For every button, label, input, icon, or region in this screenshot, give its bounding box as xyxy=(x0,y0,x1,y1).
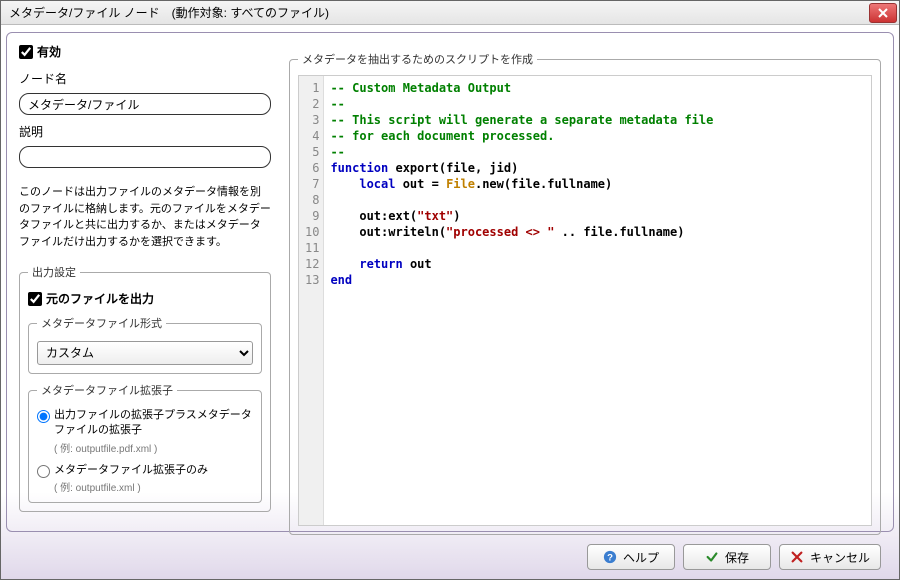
ext-radio-only-example: ( 例: outputfile.xml ) xyxy=(54,479,253,494)
check-icon xyxy=(705,550,719,564)
help-button-label: ヘルプ xyxy=(623,549,659,566)
description-label: 説明 xyxy=(19,123,271,140)
description-input[interactable] xyxy=(19,146,271,168)
code-gutter: 12345678910111213 xyxy=(299,76,324,525)
nodename-input[interactable] xyxy=(19,93,271,115)
ext-radio-plus-example: ( 例: outputfile.pdf.xml ) xyxy=(54,440,253,455)
ext-radio-plus[interactable] xyxy=(37,410,50,423)
cancel-button[interactable]: キャンセル xyxy=(779,544,881,570)
output-settings-fieldset: 出力設定 元のファイルを出力 メタデータファイル形式 カスタム メタデータファイ… xyxy=(19,264,271,512)
close-button[interactable] xyxy=(869,3,897,23)
output-original-label: 元のファイルを出力 xyxy=(46,290,154,307)
format-fieldset: メタデータファイル形式 カスタム xyxy=(28,315,262,374)
cancel-button-label: キャンセル xyxy=(810,549,870,566)
output-settings-legend: 出力設定 xyxy=(28,264,80,280)
code-lines: -- Custom Metadata Output---- This scrip… xyxy=(324,76,719,525)
format-legend: メタデータファイル形式 xyxy=(37,315,166,331)
close-icon xyxy=(878,8,888,18)
window-title: メタデータ/ファイル ノード (動作対象: すべてのファイル) xyxy=(9,4,329,21)
right-panel: メタデータを抽出するためのスクリプトを作成 12345678910111213 … xyxy=(289,39,881,535)
script-legend: メタデータを抽出するためのスクリプトを作成 xyxy=(298,51,537,67)
ext-radio-plus-label: 出力ファイルの拡張子プラスメタデータファイルの拡張子 xyxy=(54,408,253,439)
dialog-footer: ? ヘルプ 保存 キャンセル xyxy=(1,535,899,579)
format-select[interactable]: カスタム xyxy=(37,341,253,365)
help-paragraph: このノードは出力ファイルのメタデータ情報を別のファイルに格納します。元のファイル… xyxy=(19,184,271,250)
svg-text:?: ? xyxy=(607,553,613,564)
extension-legend: メタデータファイル拡張子 xyxy=(37,382,177,398)
save-button[interactable]: 保存 xyxy=(683,544,771,570)
cancel-icon xyxy=(790,550,804,564)
nodename-label: ノード名 xyxy=(19,70,271,87)
code-editor[interactable]: 12345678910111213 -- Custom Metadata Out… xyxy=(298,75,872,526)
ext-radio-only-label: メタデータファイル拡張子のみ xyxy=(54,463,208,478)
script-fieldset: メタデータを抽出するためのスクリプトを作成 12345678910111213 … xyxy=(289,51,881,535)
extension-fieldset: メタデータファイル拡張子 出力ファイルの拡張子プラスメタデータファイルの拡張子 … xyxy=(28,382,262,503)
enabled-label: 有効 xyxy=(37,43,61,60)
save-button-label: 保存 xyxy=(725,549,749,566)
enabled-checkbox[interactable] xyxy=(19,45,33,59)
ext-radio-only[interactable] xyxy=(37,465,50,478)
dialog-window: メタデータ/ファイル ノード (動作対象: すべてのファイル) 有効 ノード名 … xyxy=(0,0,900,580)
help-button[interactable]: ? ヘルプ xyxy=(587,544,675,570)
output-original-checkbox[interactable] xyxy=(28,292,42,306)
left-panel: 有効 ノード名 説明 このノードは出力ファイルのメタデータ情報を別のファイルに格… xyxy=(19,39,271,535)
help-icon: ? xyxy=(603,550,617,564)
titlebar: メタデータ/ファイル ノード (動作対象: すべてのファイル) xyxy=(1,1,899,25)
